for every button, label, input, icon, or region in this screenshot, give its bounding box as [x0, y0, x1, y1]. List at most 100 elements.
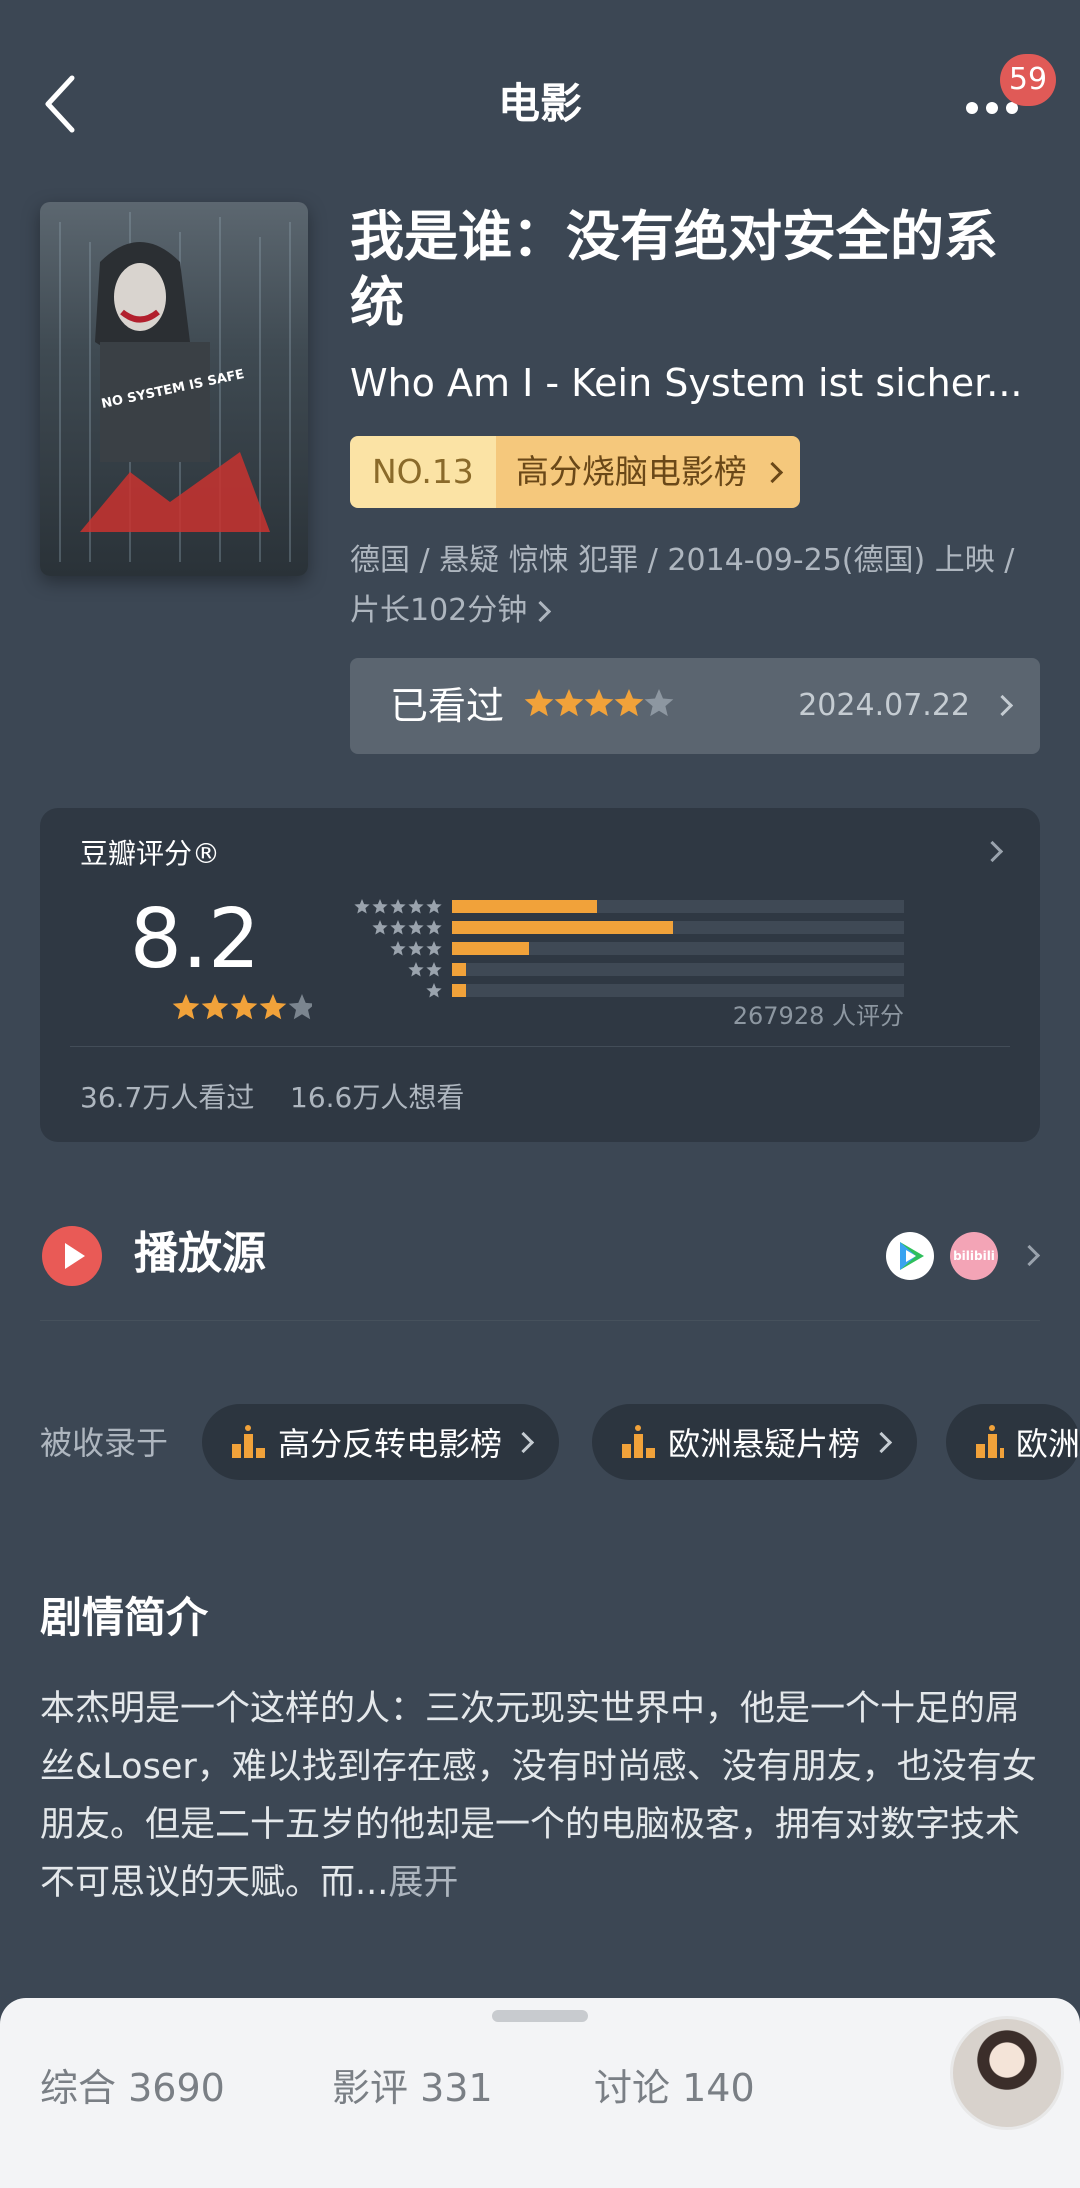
distribution-bar-track: [452, 984, 904, 997]
collection-name: 欧洲: [1015, 1425, 1080, 1463]
chevron-right-icon: [991, 694, 1014, 717]
movie-meta-info[interactable]: 德国 / 悬疑 惊悚 犯罪 / 2014-09-25(德国) 上映 / 片长10…: [350, 536, 1040, 636]
star-icon: [259, 994, 287, 1020]
rank-number: NO.13: [350, 436, 496, 508]
play-source-label: 播放源: [134, 1228, 266, 1279]
rank-list-label: 高分烧脑电影榜: [515, 452, 747, 491]
star-icon: [372, 899, 388, 914]
distribution-bar-track: [452, 963, 904, 976]
distribution-bar: [452, 900, 597, 913]
star-icon: [408, 962, 424, 977]
ranking-badge[interactable]: NO.13 高分烧脑电影榜: [350, 436, 800, 508]
watched-date: 2024.07.22: [798, 688, 970, 723]
star-icon: [390, 941, 406, 956]
tab-reviews[interactable]: 影评 331: [332, 2060, 493, 2116]
chevron-right-icon: [761, 461, 783, 483]
watched-star-rating: [524, 689, 674, 717]
star-icon: [426, 962, 442, 977]
chevron-right-icon: [512, 1431, 535, 1453]
tab-count: 331: [420, 2066, 493, 2110]
avatar[interactable]: [950, 2016, 1064, 2130]
synopsis-text: 本杰明是一个这样的人：三次元现实世界中，他是一个十足的屌丝&Loser，难以找到…: [40, 1680, 1040, 1912]
ranking-list-icon: [622, 1425, 655, 1458]
distribution-bar-track: [452, 900, 904, 913]
expand-link[interactable]: 展开: [388, 1863, 458, 1903]
tencent-video-icon: [886, 1232, 934, 1280]
douban-rating-card[interactable]: 豆瓣评分® 8.2 267928 人评分 36.7万人看过 16.6万人想看: [40, 808, 1040, 1142]
collected-in-label: 被收录于: [40, 1424, 169, 1462]
tab-discussions[interactable]: 讨论 140: [594, 2060, 755, 2116]
rating-title: 豆瓣评分®: [80, 837, 221, 870]
watched-label: 已看过: [390, 684, 505, 728]
rating-count: 267928 人评分: [732, 1002, 904, 1030]
movie-poster[interactable]: NO SYSTEM IS SAFE: [40, 202, 308, 576]
star-icon: [644, 689, 674, 717]
rating-score: 8.2: [129, 892, 261, 987]
star-icon: [390, 899, 406, 914]
distribution-bar: [452, 984, 466, 997]
star-icon: [230, 994, 258, 1020]
rank-list-name: 高分烧脑电影榜: [495, 436, 800, 508]
play-icon: [42, 1226, 102, 1286]
tab-count: 140: [682, 2066, 755, 2110]
divider: [70, 1046, 1010, 1047]
movie-meta-text: 德国 / 悬疑 惊悚 犯罪 / 2014-09-25(德国) 上映 / 片长10…: [350, 543, 1015, 628]
watched-status-bar[interactable]: 已看过 2024.07.22: [350, 658, 1040, 754]
watched-count[interactable]: 36.7万人看过: [80, 1064, 254, 1132]
collection-name: 高分反转电影榜: [278, 1425, 503, 1463]
star-icon: [172, 994, 200, 1020]
distribution-bar-track: [452, 942, 904, 955]
play-source-row[interactable]: 播放源 bilibili: [0, 1208, 1080, 1312]
chevron-right-icon: [870, 1431, 893, 1453]
rating-stars: [172, 994, 312, 1020]
distribution-bar: [452, 963, 466, 976]
collection-name: 欧洲悬疑片榜: [668, 1425, 861, 1463]
ranking-list-icon: [976, 1425, 1004, 1458]
tab-overview[interactable]: 综合 3690: [40, 2060, 225, 2116]
star-icon: [390, 920, 406, 935]
star-icon: [426, 899, 442, 914]
tab-count: 3690: [128, 2066, 225, 2110]
star-icon: [408, 920, 424, 935]
page-title: 电影: [497, 79, 582, 128]
star-icon: [426, 941, 442, 956]
star-icon: [288, 994, 312, 1020]
star-icon: [426, 920, 442, 935]
synopsis-body: 本杰明是一个这样的人：三次元现实世界中，他是一个十足的屌丝&Loser，难以找到…: [40, 1689, 1037, 1903]
movie-original-title: Who Am I - Kein System ist sicher...: [350, 361, 1023, 405]
chevron-right-icon: [981, 840, 1004, 863]
more-dot-icon: [986, 102, 998, 114]
sheet-drag-handle[interactable]: [492, 2010, 588, 2022]
want-to-watch-count[interactable]: 16.6万人想看: [290, 1064, 464, 1132]
distribution-bar: [452, 942, 529, 955]
star-icon: [354, 899, 370, 914]
distribution-bar-track: [452, 921, 904, 934]
star-icon: [201, 994, 229, 1020]
divider: [40, 1320, 1040, 1321]
notification-badge: 59: [1000, 54, 1056, 106]
ranking-list-icon: [232, 1425, 265, 1458]
more-dot-icon: [966, 102, 978, 114]
collection-chip[interactable]: 高分反转电影榜: [202, 1404, 560, 1480]
tab-label: 影评: [332, 2066, 409, 2110]
bottom-sheet[interactable]: 综合 3690 影评 331 讨论 140: [0, 1998, 1080, 2188]
bilibili-icon: bilibili: [950, 1232, 998, 1280]
star-icon: [408, 941, 424, 956]
tab-label: 讨论: [594, 2066, 671, 2110]
collection-chip[interactable]: 欧洲: [946, 1404, 1080, 1480]
distribution-bar: [452, 921, 674, 934]
star-icon: [372, 920, 388, 935]
rating-distribution: [452, 900, 904, 1005]
collection-chip[interactable]: 欧洲悬疑片榜: [592, 1404, 918, 1480]
movie-title: 我是谁：没有绝对安全的系统: [350, 205, 998, 334]
star-icon: [408, 899, 424, 914]
chevron-right-icon: [530, 600, 552, 623]
star-icon: [614, 689, 644, 717]
synopsis-title: 剧情简介: [40, 1593, 209, 1642]
chevron-right-icon: [1018, 1244, 1041, 1267]
star-icon: [524, 689, 554, 717]
star-icon: [584, 689, 614, 717]
distribution-star-labels: [354, 899, 442, 998]
star-icon: [554, 689, 584, 717]
tab-label: 综合: [40, 2066, 117, 2110]
